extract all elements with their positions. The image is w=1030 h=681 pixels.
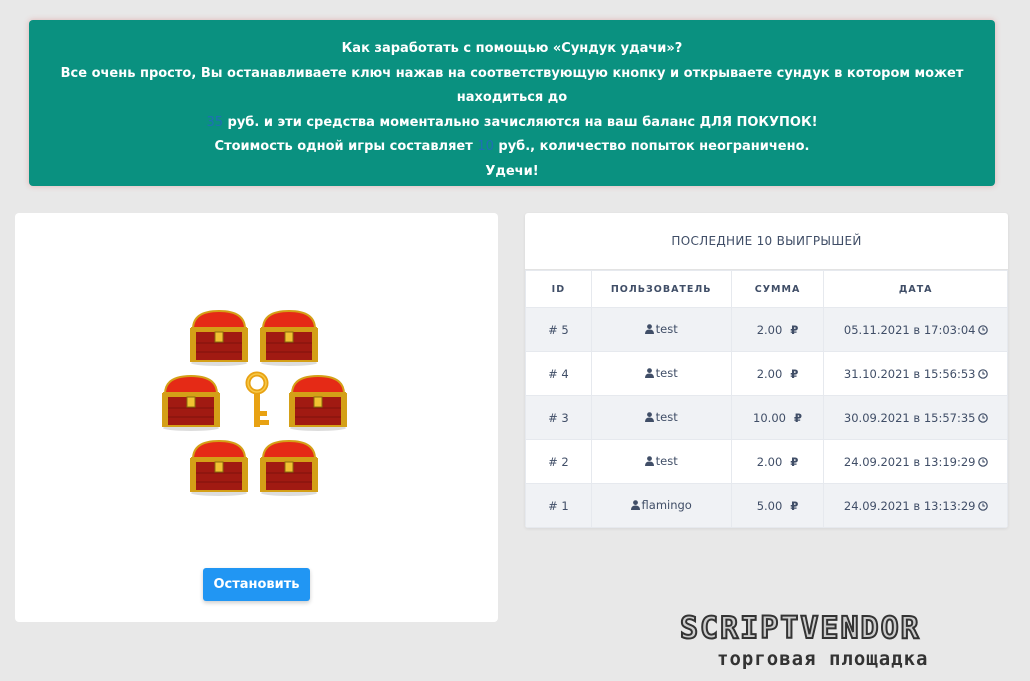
- clock-icon: [977, 412, 988, 423]
- banner-cost-suffix: руб., количество попыток неограничено.: [498, 139, 810, 154]
- cell-amount-value: 2.00: [756, 322, 783, 337]
- column-header-amount: СУММА: [730, 270, 825, 308]
- game-card: Остановить: [15, 213, 498, 622]
- max-win-amount: 35: [206, 114, 223, 130]
- table-header-row: ID ПОЛЬЗОВАТЕЛЬ СУММА ДАТА: [525, 270, 1008, 308]
- table-row: # 4 test 2.00 ₽31.10.2021 в 15:56:53: [525, 351, 1008, 396]
- table-row: # 1 flamingo 5.00 ₽24.09.2021 в 13:13:29: [525, 483, 1008, 528]
- scriptvendor-watermark: SCRIPTVENDOR торговая площадка: [679, 611, 1020, 673]
- cell-amount: 10.00 ₽: [730, 395, 825, 440]
- winners-title: ПОСЛЕДНИЕ 10 ВЫИГРЫШЕЙ: [525, 213, 1008, 270]
- chest-ring: [160, 305, 360, 505]
- cell-user: test: [590, 307, 732, 352]
- treasure-chest-icon[interactable]: [258, 435, 320, 497]
- banner-text-line4: Стоимость одной игры составляет 10 руб.,…: [29, 135, 995, 160]
- currency-sign: ₽: [793, 410, 802, 425]
- banner-text-line3-rest: руб. и эти средства моментально зачисляю…: [227, 114, 818, 130]
- table-row: # 2 test 2.00 ₽24.09.2021 в 13:19:29: [525, 439, 1008, 484]
- cell-amount: 2.00 ₽: [730, 351, 825, 396]
- cell-amount: 2.00 ₽: [730, 439, 825, 484]
- cell-date-value: 24.09.2021 в 13:19:29: [843, 454, 976, 469]
- banner-good-luck: Удечи!: [485, 163, 539, 179]
- treasure-chest-icon[interactable]: [160, 370, 222, 432]
- cell-amount: 5.00 ₽: [730, 483, 825, 528]
- cell-amount-value: 5.00: [756, 498, 783, 513]
- cell-date: 31.10.2021 в 15:56:53: [823, 351, 1008, 396]
- cell-amount: 2.00 ₽: [730, 307, 825, 352]
- winners-card: ПОСЛЕДНИЕ 10 ВЫИГРЫШЕЙ ID ПОЛЬЗОВАТЕЛЬ С…: [525, 213, 1008, 528]
- cell-date: 30.09.2021 в 15:57:35: [823, 395, 1008, 440]
- cell-user-name: test: [655, 322, 678, 336]
- cell-user-name: flamingo: [641, 498, 692, 512]
- watermark-brand: SCRIPTVENDOR: [679, 611, 921, 646]
- cell-id: # 2: [525, 439, 592, 484]
- column-header-date: ДАТА: [823, 270, 1008, 308]
- cell-date: 24.09.2021 в 13:13:29: [823, 483, 1008, 528]
- user-icon: [630, 500, 640, 510]
- cell-user: test: [590, 439, 732, 484]
- clock-icon: [977, 368, 988, 379]
- treasure-chest-icon[interactable]: [188, 435, 250, 497]
- cell-user: flamingo: [590, 483, 732, 528]
- table-row: # 5 test 2.00 ₽05.11.2021 в 17:03:04: [525, 307, 1008, 352]
- cell-id: # 5: [525, 307, 592, 352]
- cell-user-name: test: [655, 454, 678, 468]
- user-icon: [644, 456, 654, 466]
- cell-date-value: 24.09.2021 в 13:13:29: [843, 498, 976, 513]
- info-banner: Как заработать с помощью «Сундук удачи»?…: [29, 20, 995, 186]
- cell-date: 24.09.2021 в 13:19:29: [823, 439, 1008, 484]
- banner-title: Как заработать с помощью «Сундук удачи»?: [341, 41, 683, 56]
- cell-amount-value: 2.00: [756, 366, 783, 381]
- currency-sign: ₽: [790, 322, 799, 337]
- clock-icon: [977, 456, 988, 467]
- stop-button[interactable]: Остановить: [203, 568, 310, 601]
- game-cost-amount: 10: [477, 139, 494, 154]
- cell-amount-value: 2.00: [756, 454, 783, 469]
- currency-sign: ₽: [790, 366, 799, 381]
- cell-date-value: 30.09.2021 в 15:57:35: [843, 410, 976, 425]
- currency-sign: ₽: [790, 498, 799, 513]
- cell-date-value: 31.10.2021 в 15:56:53: [843, 366, 976, 381]
- cell-id: # 3: [525, 395, 592, 440]
- currency-sign: ₽: [790, 454, 799, 469]
- watermark-tagline: торговая площадка: [717, 648, 929, 670]
- banner-cost-prefix: Стоимость одной игры составляет: [214, 139, 473, 154]
- clock-icon: [977, 324, 988, 335]
- column-header-user: ПОЛЬЗОВАТЕЛЬ: [590, 270, 732, 308]
- cell-date-value: 05.11.2021 в 17:03:04: [843, 322, 976, 337]
- cell-user-name: test: [655, 366, 678, 380]
- user-icon: [644, 368, 654, 378]
- clock-icon: [977, 500, 988, 511]
- cell-amount-value: 10.00: [753, 410, 786, 425]
- cell-user: test: [590, 395, 732, 440]
- cell-user: test: [590, 351, 732, 396]
- user-icon: [644, 324, 654, 334]
- cell-id: # 4: [525, 351, 592, 396]
- winners-table: ID ПОЛЬЗОВАТЕЛЬ СУММА ДАТА # 5 test 2.00 ₽0…: [525, 270, 1008, 528]
- treasure-chest-icon[interactable]: [188, 305, 250, 367]
- table-row: # 3 test 10.00 ₽30.09.2021 в 15:57:35: [525, 395, 1008, 440]
- banner-text-line2: Все очень просто, Вы останавливаете ключ…: [60, 65, 964, 106]
- banner-text-line3: 35 руб. и эти средства моментально зачис…: [29, 111, 995, 136]
- key-icon: [245, 371, 269, 427]
- treasure-chest-icon[interactable]: [287, 370, 349, 432]
- user-icon: [644, 412, 654, 422]
- cell-date: 05.11.2021 в 17:03:04: [823, 307, 1008, 352]
- cell-id: # 1: [525, 483, 592, 528]
- treasure-chest-icon[interactable]: [258, 305, 320, 367]
- column-header-id: ID: [525, 270, 592, 308]
- cell-user-name: test: [655, 410, 678, 424]
